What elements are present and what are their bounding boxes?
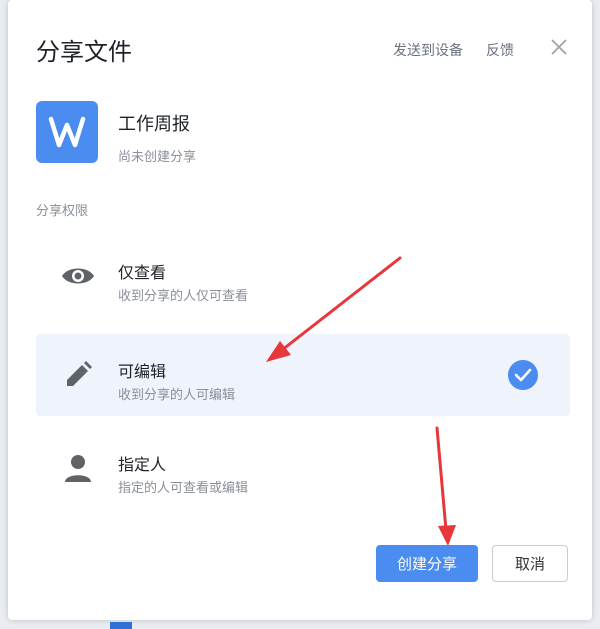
- close-icon[interactable]: [549, 37, 569, 57]
- option-can-edit[interactable]: 可编辑 收到分享的人可编辑: [36, 334, 570, 416]
- option-desc: 收到分享的人可编辑: [118, 388, 236, 403]
- option-title: 指定人: [118, 455, 167, 474]
- check-circle-icon: [508, 360, 538, 390]
- eye-icon: [58, 256, 98, 296]
- person-icon: [58, 448, 98, 488]
- option-specified-people[interactable]: 指定人 指定的人可查看或编辑: [36, 427, 570, 509]
- background-strip: [110, 622, 132, 629]
- option-desc: 收到分享的人仅可查看: [118, 289, 249, 304]
- send-to-device-link[interactable]: 发送到设备: [393, 40, 463, 60]
- file-name: 工作周报: [118, 114, 190, 135]
- cancel-button[interactable]: 取消: [492, 545, 568, 582]
- share-dialog: 分享文件 发送到设备 反馈 工作周报 尚未创建分享 分享权限 仅查看 收到分享的…: [8, 0, 592, 620]
- create-share-button[interactable]: 创建分享: [376, 545, 478, 582]
- option-desc: 指定的人可查看或编辑: [118, 481, 249, 496]
- word-file-icon: [36, 101, 98, 163]
- permission-section-label: 分享权限: [36, 204, 89, 219]
- option-title: 可编辑: [118, 362, 167, 381]
- feedback-link[interactable]: 反馈: [486, 40, 514, 60]
- option-view-only[interactable]: 仅查看 收到分享的人仅可查看: [36, 235, 570, 317]
- share-status: 尚未创建分享: [118, 150, 197, 165]
- option-title: 仅查看: [118, 263, 167, 282]
- dialog-title: 分享文件: [36, 38, 132, 66]
- pencil-icon: [58, 355, 98, 395]
